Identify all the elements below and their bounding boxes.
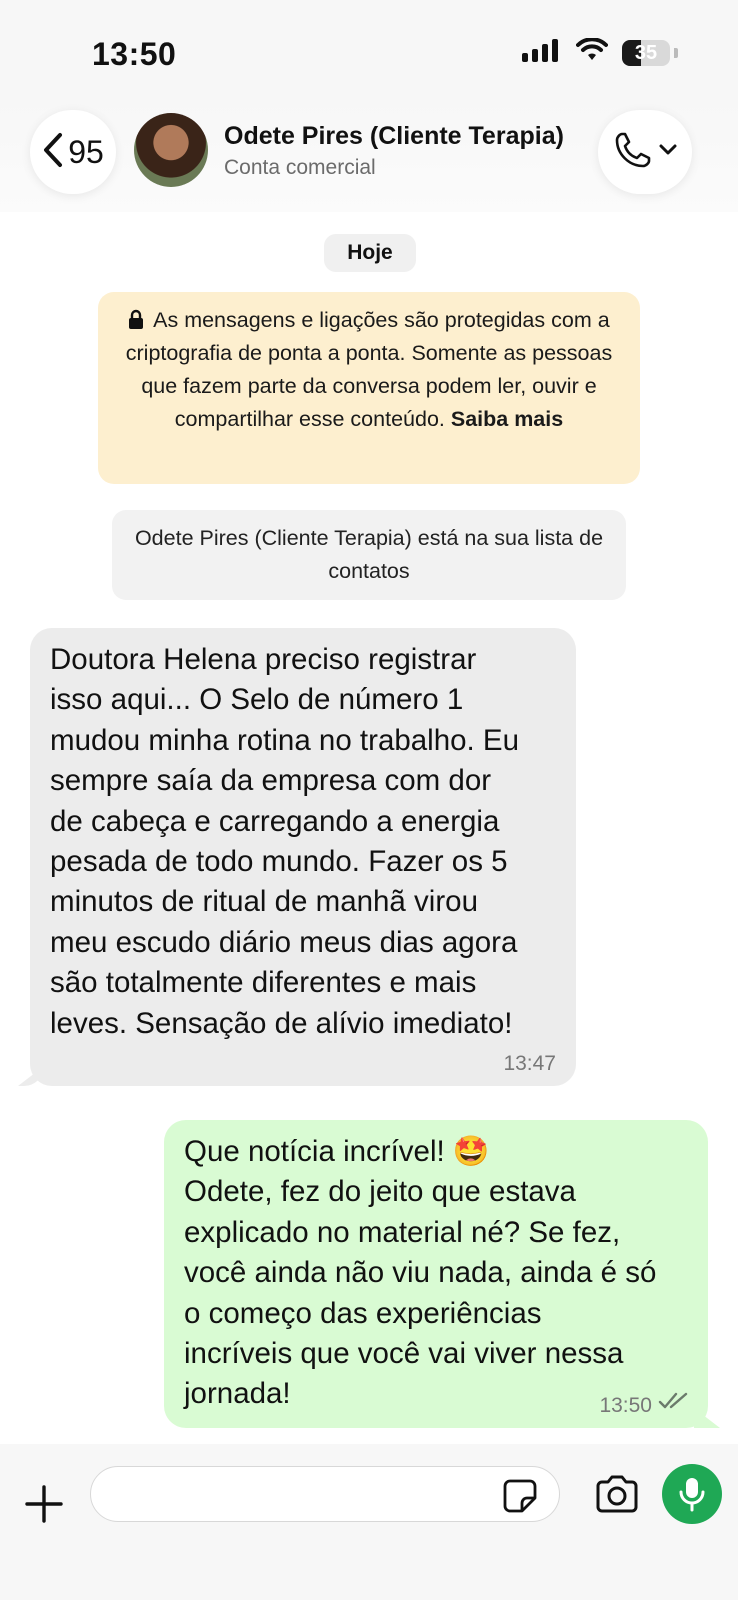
attach-button[interactable] [24,1484,64,1524]
wifi-icon [576,37,608,67]
sticker-icon [503,1479,537,1513]
message-time: 13:50 [599,1394,652,1417]
plus-icon [25,1485,63,1523]
camera-icon [596,1475,638,1513]
status-icons: 35 [522,37,678,67]
microphone-icon [679,1478,705,1512]
phone-icon [613,130,653,175]
chat-area[interactable]: Hoje As mensagens e ligações são protegi… [0,212,738,1444]
encryption-notice[interactable]: As mensagens e ligações são protegidas c… [98,292,640,484]
battery-nub [674,47,678,58]
message-text: Doutora Helena preciso registrar isso aq… [50,643,520,1040]
double-check-icon [658,1391,690,1416]
call-button[interactable] [598,110,692,194]
outgoing-message[interactable]: Que notícia incrível! 🤩 Odete, fez do je… [164,1120,708,1428]
chevron-left-icon [42,132,64,173]
signal-icon [522,38,562,67]
contact-subtitle: Conta comercial [224,156,376,179]
chat-header: 95 Odete Pires (Cliente Terapia) Conta c… [0,100,738,212]
message-text: Que notícia incrível! 🤩 Odete, fez do je… [184,1135,657,1411]
message-input[interactable] [90,1466,560,1522]
unread-count: 95 [68,133,104,170]
composer-bar [0,1444,738,1600]
incoming-message[interactable]: Doutora Helena preciso registrar isso aq… [30,628,576,1086]
contact-list-note: Odete Pires (Cliente Terapia) está na su… [112,510,626,600]
status-time: 13:50 [92,36,177,72]
sticker-button[interactable] [502,1478,538,1514]
camera-button[interactable] [594,1474,640,1514]
status-bar: 13:50 35 [0,0,738,100]
contact-name[interactable]: Odete Pires (Cliente Terapia) [224,122,564,151]
battery-level: 35 [634,41,658,64]
avatar[interactable] [134,113,208,187]
message-time: 13:47 [503,1052,556,1075]
date-chip: Hoje [324,234,416,272]
lock-icon [128,308,153,332]
learn-more-link[interactable]: Saiba mais [451,407,563,431]
battery-icon: 35 [622,39,670,66]
mic-button[interactable] [662,1464,722,1524]
chevron-down-icon [659,143,677,161]
back-button[interactable]: 95 [30,110,116,194]
